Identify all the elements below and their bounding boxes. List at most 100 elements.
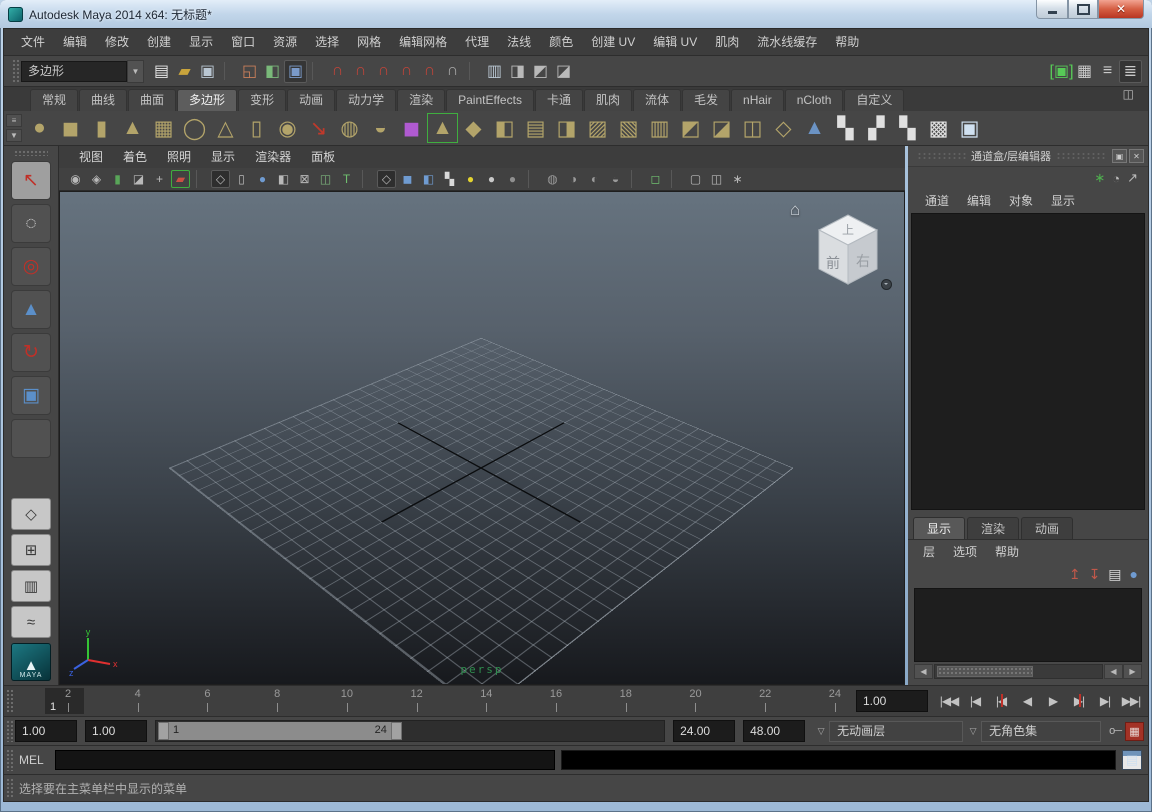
menu-help[interactable]: 帮助: [826, 29, 868, 55]
command-input[interactable]: [55, 750, 555, 770]
ipr-render-icon[interactable]: ◩: [529, 60, 552, 83]
channel-menu-edit[interactable]: 编辑: [958, 192, 1000, 209]
range-start-handle[interactable]: [158, 722, 169, 740]
layer-tab-render[interactable]: 渲染: [967, 517, 1019, 539]
panel-menu-lighting[interactable]: 照明: [157, 146, 201, 168]
shelf-tab-toggle-button[interactable]: ▼: [6, 129, 22, 142]
last-tool-slot[interactable]: [11, 419, 51, 458]
field-chart-icon[interactable]: ⊠: [295, 170, 314, 188]
shelf-tab-curves[interactable]: 曲线: [79, 89, 127, 111]
panel-menu-renderer[interactable]: 渲染器: [245, 146, 301, 168]
step-forward-frame-button[interactable]: ▶|: [1092, 691, 1118, 711]
resolution-gate-icon[interactable]: ●: [253, 170, 272, 188]
set-normals-icon[interactable]: ▲: [799, 113, 830, 143]
step-back-frame-button[interactable]: |◀: [962, 691, 988, 711]
ambient-occlusion-icon[interactable]: ◑: [564, 170, 583, 188]
shelf-tab-dynamics[interactable]: 动力学: [336, 89, 396, 111]
layout-four-pane[interactable]: ⊞: [11, 534, 51, 566]
animation-end-field[interactable]: 48.00: [743, 720, 805, 742]
panel-menu-show[interactable]: 显示: [201, 146, 245, 168]
panel-menu-shading[interactable]: 着色: [113, 146, 157, 168]
channel-menu-channels[interactable]: 通道: [916, 192, 958, 209]
title-bar[interactable]: Autodesk Maya 2014 x64: 无标题* ✕: [0, 0, 1152, 28]
shelf-tab-custom[interactable]: 自定义: [844, 89, 904, 111]
plugin-shading-icon[interactable]: ∗: [728, 170, 747, 188]
layer-tab-anim[interactable]: 动画: [1021, 517, 1073, 539]
menu-set-selector[interactable]: 多边形: [21, 61, 127, 82]
drag-handle[interactable]: [6, 778, 13, 798]
multisample-icon[interactable]: ◒: [606, 170, 625, 188]
poly-pyramid-icon[interactable]: △: [210, 113, 241, 143]
move-layer-down-icon[interactable]: ↧: [1089, 566, 1101, 583]
menu-assets[interactable]: 资源: [264, 29, 306, 55]
go-to-end-button[interactable]: ▶▶|: [1118, 691, 1144, 711]
render-settings-icon[interactable]: ◪: [552, 60, 575, 83]
combine-icon[interactable]: ◍: [334, 113, 365, 143]
select-object-icon[interactable]: ◧: [261, 60, 284, 83]
speed-dial-icon[interactable]: ◔: [1112, 171, 1120, 186]
bridge-icon[interactable]: ▤: [520, 113, 551, 143]
safe-action-icon[interactable]: ◫: [316, 170, 335, 188]
drag-handle[interactable]: [6, 689, 13, 713]
make-live-icon[interactable]: ∩: [441, 60, 464, 83]
animation-layer-field[interactable]: 无动画层: [829, 721, 963, 742]
shelf-tab-animation[interactable]: 动画: [287, 89, 335, 111]
textured-icon[interactable]: ◧: [419, 170, 438, 188]
menu-create-uv[interactable]: 创建 UV: [582, 29, 644, 55]
scroll-left-button-2[interactable]: ◀: [1104, 664, 1123, 679]
anim-layer-dropdown-icon[interactable]: ▽: [813, 722, 829, 740]
channel-menu-object[interactable]: 对象: [1000, 192, 1042, 209]
character-set-field[interactable]: 无角色集: [981, 721, 1101, 742]
play-backwards-button[interactable]: ◀: [1014, 691, 1040, 711]
home-view-icon[interactable]: ⌂: [790, 200, 800, 220]
close-panel-icon[interactable]: ✕: [1129, 149, 1144, 163]
command-result-field[interactable]: [561, 750, 1116, 770]
menu-select[interactable]: 选择: [306, 29, 348, 55]
shelf-tab-rendering[interactable]: 渲染: [397, 89, 445, 111]
poke-face-icon[interactable]: ◨: [551, 113, 582, 143]
view-cube[interactable]: 上 前 右: [810, 212, 886, 292]
step-forward-key-button[interactable]: ▶|: [1066, 691, 1092, 711]
layer-menu-help[interactable]: 帮助: [986, 543, 1028, 560]
snap-to-point-icon[interactable]: ∩: [372, 60, 395, 83]
manipulator-axis-icon[interactable]: ∗: [1094, 170, 1105, 186]
scale-tool[interactable]: ▣: [11, 376, 51, 415]
isolate-select-icon[interactable]: ◻: [646, 170, 665, 188]
view-cube-menu-icon[interactable]: [881, 279, 892, 290]
menu-display[interactable]: 显示: [180, 29, 222, 55]
poly-sphere-icon[interactable]: ●: [24, 113, 55, 143]
layout-single-pane[interactable]: ◇: [11, 498, 51, 530]
layout-graph-pane[interactable]: ≈: [11, 606, 51, 638]
paint-selection-tool[interactable]: ◎: [11, 247, 51, 286]
close-button[interactable]: ✕: [1098, 0, 1144, 19]
panel-menu-view[interactable]: 视图: [69, 146, 113, 168]
rotate-tool[interactable]: ↻: [11, 333, 51, 372]
film-gate-icon[interactable]: ▯: [232, 170, 251, 188]
channel-box-toggle-icon[interactable]: ▦: [1073, 60, 1096, 83]
menu-edit-uv[interactable]: 编辑 UV: [644, 29, 706, 55]
booleans-icon[interactable]: ◒: [365, 113, 396, 143]
drag-handle[interactable]: [6, 749, 13, 771]
auto-keyframe-icon[interactable]: ▦: [1125, 722, 1144, 741]
xray-icon[interactable]: ▢: [686, 170, 705, 188]
shelf-menu-button[interactable]: ≡: [6, 114, 22, 127]
menu-modify[interactable]: 修改: [96, 29, 138, 55]
playback-start-field[interactable]: 1.00: [85, 720, 147, 742]
lasso-tool[interactable]: ◌: [11, 204, 51, 243]
merge-edge-icon[interactable]: ▥: [644, 113, 675, 143]
viewport-3d[interactable]: ⌂ 上 前 右: [59, 191, 905, 685]
shelf-tab-general[interactable]: 常规: [30, 89, 78, 111]
play-forwards-button[interactable]: ▶: [1040, 691, 1066, 711]
layout-outliner-pane[interactable]: ▥: [11, 570, 51, 602]
gate-mask-icon[interactable]: ◧: [274, 170, 293, 188]
render-view-icon[interactable]: ▥: [483, 60, 506, 83]
command-line-label[interactable]: MEL: [15, 753, 55, 767]
merge-vertices-icon[interactable]: ▧: [613, 113, 644, 143]
shelf-tab-toon[interactable]: 卡通: [535, 89, 583, 111]
camera-attributes-icon[interactable]: ◈: [87, 170, 106, 188]
cylindrical-mapping-icon[interactable]: ▞: [861, 113, 892, 143]
mirror-geometry-icon[interactable]: ↘: [303, 113, 334, 143]
channel-box-list[interactable]: [911, 213, 1145, 510]
render-current-frame-icon[interactable]: ◨: [506, 60, 529, 83]
drag-handle[interactable]: [6, 720, 13, 742]
